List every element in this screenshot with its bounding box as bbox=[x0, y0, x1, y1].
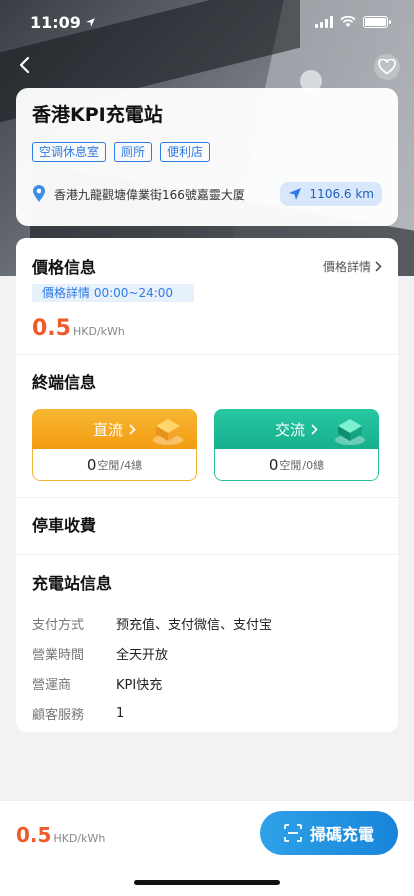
station-card: 香港KPI充電站 空调休息室 厕所 便利店 香港九龍觀塘偉業街166號嘉靈大厦 … bbox=[16, 88, 398, 226]
ac-free-count: 0 bbox=[268, 455, 279, 474]
price-period: 價格詳情 00:00~24:00 bbox=[32, 284, 194, 302]
terminal-section-title: 終端信息 bbox=[32, 373, 97, 392]
bottom-price: 0.5 HKD/kWh bbox=[16, 823, 106, 847]
detail-card: 價格信息 價格詳情 價格詳情 00:00~24:00 0.5 HKD/kWh 終… bbox=[16, 238, 398, 732]
status-bar: 11:09 bbox=[0, 0, 414, 44]
info-row-payment: 支付方式 预充值、支付微信、支付宝 bbox=[32, 617, 273, 633]
ac-label: 交流 bbox=[274, 420, 305, 439]
station-address: 香港九龍觀塘偉業街166號嘉靈大厦 bbox=[54, 187, 245, 202]
chevron-right-icon bbox=[375, 260, 382, 272]
divider bbox=[16, 354, 398, 355]
station-info-title: 充電站信息 bbox=[32, 574, 113, 593]
price-section-title: 價格信息 bbox=[32, 258, 97, 277]
status-time: 11:09 bbox=[30, 12, 81, 32]
scan-icon bbox=[284, 824, 302, 842]
heart-icon bbox=[378, 59, 396, 75]
divider bbox=[16, 554, 398, 555]
chevron-right-icon bbox=[311, 423, 318, 435]
charger-badge-icon bbox=[153, 419, 183, 445]
wifi-icon bbox=[340, 16, 356, 27]
station-name: 香港KPI充電站 bbox=[32, 104, 163, 126]
ac-total: /0總 bbox=[302, 458, 325, 472]
back-button[interactable] bbox=[12, 52, 36, 78]
favorite-button[interactable] bbox=[374, 54, 400, 80]
parking-section-title: 停車收費 bbox=[32, 516, 97, 535]
dc-total: /4總 bbox=[120, 458, 143, 472]
tag-toilet: 厕所 bbox=[114, 142, 153, 162]
distance-value: 1106.6 km bbox=[309, 187, 374, 201]
chevron-right-icon bbox=[129, 423, 136, 435]
signal-icon bbox=[315, 16, 333, 28]
ac-terminal-card[interactable]: 交流 0 空閒 /0總 bbox=[214, 409, 379, 481]
dc-free-count: 0 bbox=[86, 455, 97, 474]
info-row-hours: 營業時間 全天开放 bbox=[32, 647, 169, 663]
price-value: 0.5 HKD/kWh bbox=[32, 316, 125, 341]
divider bbox=[16, 497, 398, 498]
navigation-arrow-icon bbox=[288, 188, 301, 200]
amenity-tags: 空调休息室 厕所 便利店 bbox=[32, 142, 382, 162]
info-row-operator: 營運商 KPI快充 bbox=[32, 677, 163, 693]
location-arrow-icon bbox=[86, 17, 95, 27]
price-detail-link[interactable]: 價格詳情 bbox=[323, 258, 382, 275]
info-row-service: 顧客服務 1 bbox=[32, 705, 125, 723]
location-pin-icon bbox=[33, 185, 45, 202]
dc-label: 直流 bbox=[92, 420, 123, 439]
battery-icon bbox=[363, 16, 391, 28]
charger-badge-icon bbox=[335, 419, 365, 445]
dc-terminal-card[interactable]: 直流 0 空閒 /4總 bbox=[32, 409, 197, 481]
station-info-list: 支付方式 预充值、支付微信、支付宝 營業時間 全天开放 營運商 KPI快充 顧客… bbox=[32, 608, 272, 728]
chevron-left-icon bbox=[19, 56, 30, 74]
home-indicator bbox=[134, 880, 280, 885]
tag-store: 便利店 bbox=[160, 142, 211, 162]
scan-charge-button[interactable]: 掃碼充電 bbox=[260, 811, 398, 855]
tag-lounge: 空调休息室 bbox=[32, 142, 107, 162]
navigate-button[interactable]: 1106.6 km bbox=[279, 182, 382, 206]
